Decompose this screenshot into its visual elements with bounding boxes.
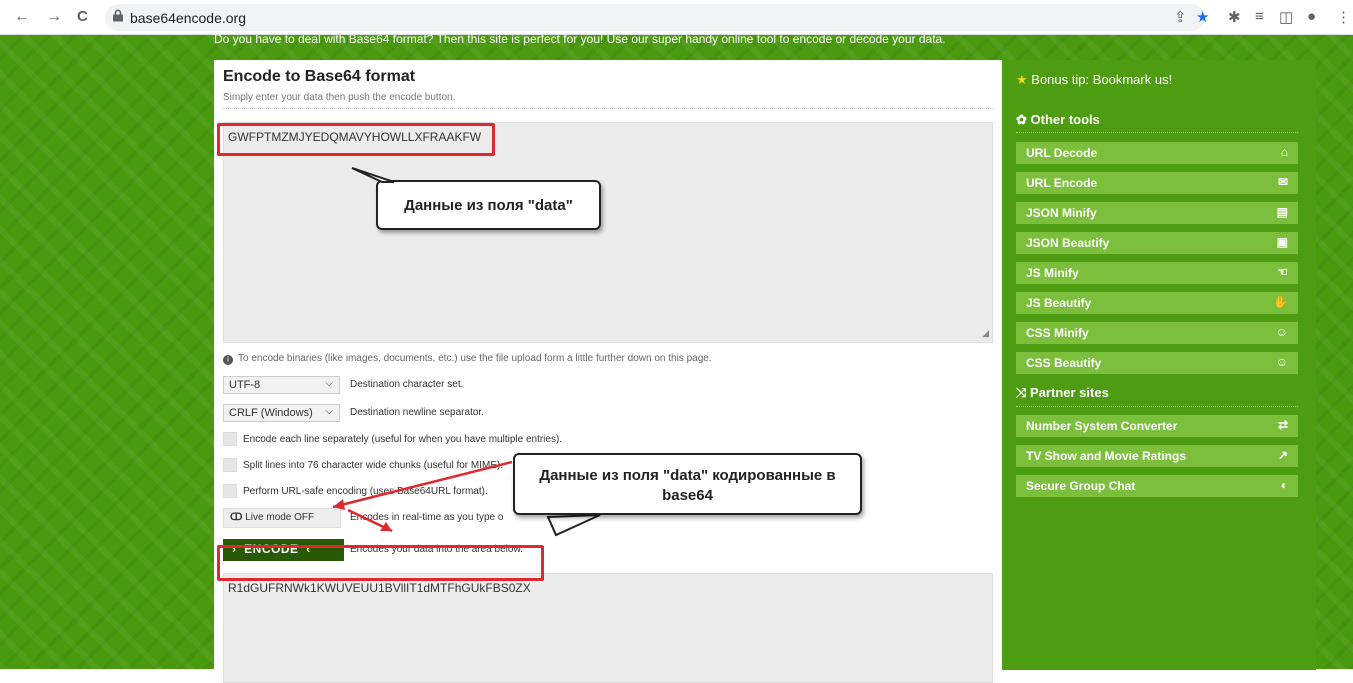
arrow-to-live-mode <box>332 460 513 509</box>
annotation-arrows <box>332 167 601 537</box>
output-callout: Данные из поля "data" кодированные в bas… <box>513 453 862 515</box>
callout-tail <box>351 167 395 183</box>
output-callout-line2: base64 <box>662 487 713 504</box>
callout-tail <box>546 514 601 537</box>
output-callout-line1: Данные из поля "data" кодированные в <box>539 467 836 484</box>
arrowhead <box>333 499 345 510</box>
